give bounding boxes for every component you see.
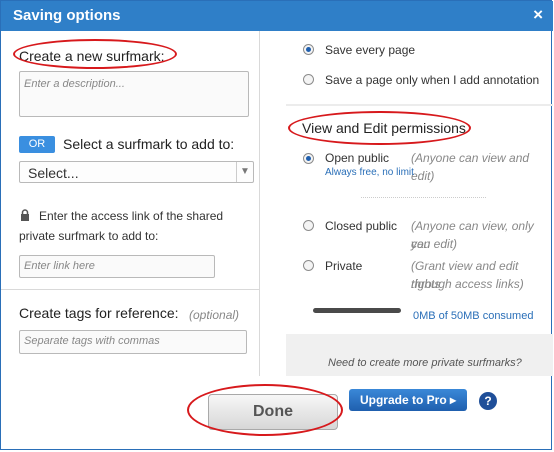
private-radio[interactable]: [303, 260, 314, 271]
lock-icon: [19, 208, 31, 221]
save-every-page-radio[interactable]: [303, 44, 314, 55]
permissions-heading: View and Edit permissions: [302, 120, 466, 136]
surfmark-select-value: Select...: [28, 165, 79, 181]
upgrade-button[interactable]: Upgrade to Pro ▸: [349, 389, 467, 411]
open-public-desc: (Anyone can view and edit): [411, 151, 530, 183]
save-with-annotation-radio[interactable]: [303, 74, 314, 85]
access-link-input[interactable]: Enter link here: [19, 255, 215, 278]
more-private-prompt: Need to create more private surfmarks?: [328, 357, 522, 369]
closed-public-label: Closed public: [325, 219, 398, 233]
description-textarea[interactable]: Enter a description...: [19, 71, 249, 117]
tags-input[interactable]: Separate tags with commas: [19, 330, 247, 354]
private-label: Private: [325, 259, 363, 273]
vertical-divider: [259, 31, 260, 376]
surfmark-select[interactable]: Select... ▼: [19, 161, 254, 183]
close-icon[interactable]: ×: [533, 5, 543, 25]
save-with-annotation-label: Save a page only when I add annotation: [325, 73, 540, 87]
tags-optional-note: (optional): [189, 308, 240, 322]
left-divider: [1, 289, 259, 290]
right-section-separator: [286, 104, 553, 106]
private-desc-2: through access links): [411, 277, 524, 291]
saving-options-dialog: Saving options × Create a new surfmark: …: [0, 0, 553, 450]
upgrade-prompt-box: Need to create more private surfmarks?: [286, 334, 553, 376]
closed-public-radio[interactable]: [303, 220, 314, 231]
storage-bar: [313, 308, 401, 313]
tags-heading: Create tags for reference:: [19, 305, 179, 321]
storage-consumed: 0MB of 50MB consumed: [413, 310, 534, 322]
always-free-note: Always free, no limit: [325, 167, 414, 178]
closed-public-desc-2: can edit): [411, 237, 458, 251]
dialog-titlebar: Saving options ×: [1, 1, 553, 31]
access-link-text-2: private surfmark to add to:: [19, 229, 159, 243]
dotted-separator: [361, 197, 486, 198]
create-surfmark-heading: Create a new surfmark:: [19, 48, 165, 64]
dialog-title: Saving options: [13, 7, 121, 24]
save-every-page-label: Save every page: [325, 43, 416, 57]
done-button[interactable]: Done: [208, 394, 338, 430]
select-surfmark-heading: Select a surfmark to add to:: [63, 136, 235, 152]
chevron-down-icon[interactable]: ▼: [236, 162, 253, 182]
open-public-radio[interactable]: [303, 153, 314, 164]
or-badge: OR: [19, 136, 55, 153]
access-link-text-1: Enter the access link of the shared: [39, 209, 224, 223]
help-icon[interactable]: ?: [479, 392, 497, 410]
